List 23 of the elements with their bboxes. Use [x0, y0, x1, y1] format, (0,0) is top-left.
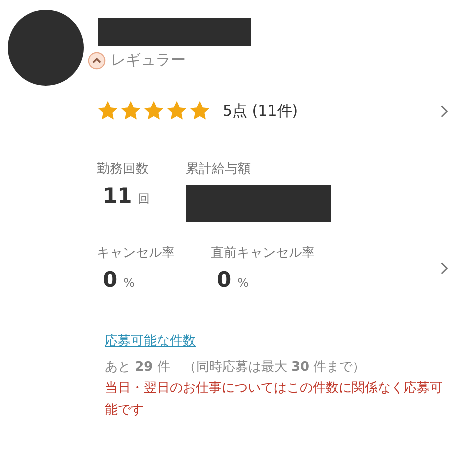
stat-unit: % — [238, 276, 250, 290]
stat-label: 直前キャンセル率 — [211, 245, 315, 262]
application-note: 当日・翌日のお仕事についてはこの件数に関係なく応募可能です — [105, 380, 444, 420]
star-icon — [97, 100, 119, 122]
stat-unit: % — [124, 276, 136, 290]
stat-value: 0 — [103, 268, 118, 292]
chevron-right-icon[interactable] — [440, 104, 449, 118]
rating-text: 5点 (11件) — [223, 102, 298, 120]
stat-unit: 回 — [138, 191, 150, 208]
chevron-up-icon — [88, 52, 106, 70]
star-icon — [189, 100, 211, 122]
star-icon — [120, 100, 142, 122]
rank-label: レギュラー — [111, 51, 186, 70]
chevron-right-icon[interactable] — [440, 260, 449, 276]
applications-link[interactable]: 応募可能な件数 — [105, 332, 469, 350]
stat-value: 11 — [103, 184, 132, 208]
stat-value: 0 — [217, 268, 232, 292]
stat-label: 勤務回数 — [97, 161, 150, 178]
stat-label: キャンセル率 — [97, 245, 175, 262]
application-count-text: あと 29 件 （同時応募は最大 30 件まで） — [105, 359, 367, 376]
star-icon — [143, 100, 165, 122]
star-icon — [166, 100, 188, 122]
stat-label: 累計給与額 — [186, 161, 252, 178]
